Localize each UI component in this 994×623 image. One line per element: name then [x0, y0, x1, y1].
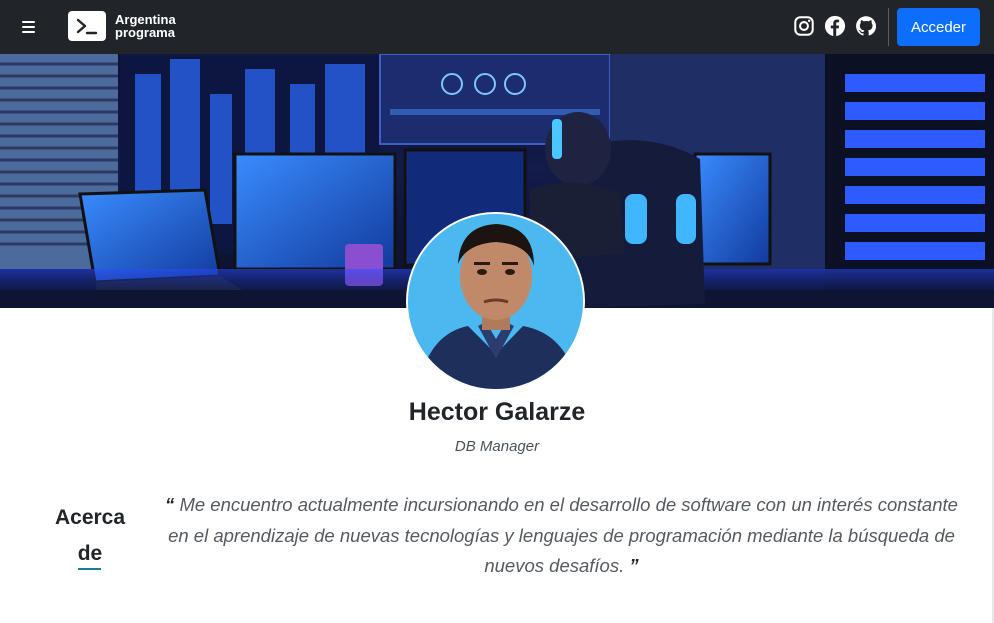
github-icon[interactable] [855, 15, 877, 37]
brand-logo[interactable]: Argentina programa [68, 11, 176, 41]
about-text: “ Me encuentro actualmente incursionando… [160, 490, 963, 582]
facebook-icon[interactable] [824, 15, 846, 37]
about-underline [78, 568, 101, 570]
about-heading-line2: de [77, 542, 103, 565]
brand-line2: programa [115, 25, 175, 40]
profile-avatar [406, 212, 585, 391]
terminal-icon [68, 11, 106, 41]
login-button[interactable]: Acceder [897, 8, 980, 46]
profile-name: Hector Galarze [408, 398, 586, 426]
close-quote-mark: ” [629, 555, 639, 576]
about-paragraph: Me encuentro actualmente incursionando e… [168, 494, 958, 576]
nav-divider [888, 8, 889, 46]
instagram-icon[interactable] [793, 15, 815, 37]
profile-role: DB Manager [454, 438, 540, 455]
social-links [793, 15, 877, 37]
brand-name: Argentina programa [115, 13, 176, 39]
about-heading: Acerca de [40, 500, 140, 572]
open-quote-mark: “ [165, 494, 175, 515]
about-heading-line1: Acerca [54, 506, 126, 529]
navbar: Argentina programa Acceder [0, 0, 994, 54]
hamburger-icon[interactable] [22, 17, 40, 37]
